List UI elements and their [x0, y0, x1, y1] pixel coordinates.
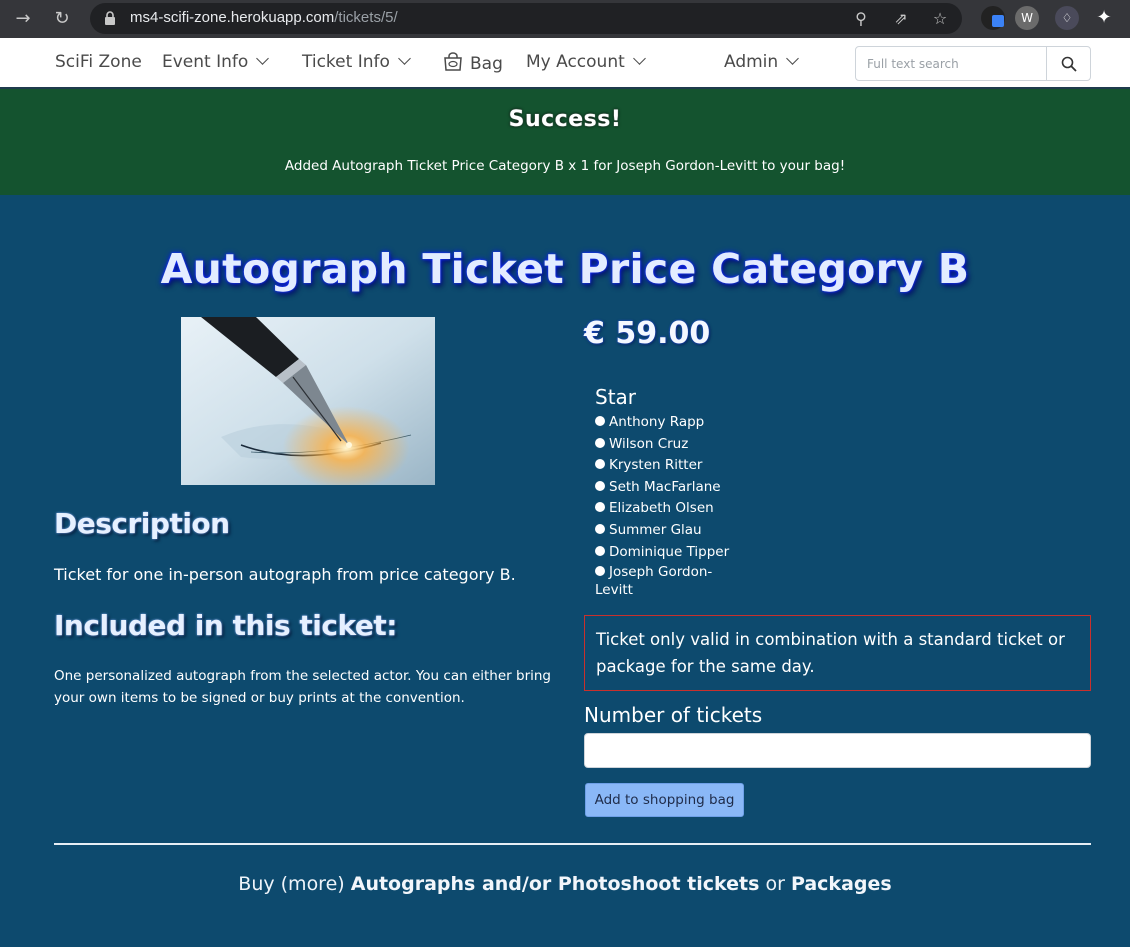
zoom-icon[interactable]: ⚲ — [850, 8, 872, 30]
star-label: Star — [595, 385, 637, 409]
eyedropper-extension-icon[interactable] — [981, 6, 1005, 30]
nav-bag[interactable]: Bag — [442, 52, 503, 74]
description-text: Ticket for one in-person autograph from … — [54, 565, 516, 584]
unicorn-extension-icon[interactable]: ♢ — [1055, 6, 1079, 30]
chevron-down-icon — [398, 52, 411, 65]
nav-bag-label: Bag — [470, 54, 503, 74]
nav-event-info[interactable]: Event Info — [162, 52, 270, 72]
more-prefix: Buy (more) — [238, 873, 351, 895]
star-option[interactable]: Anthony Rapp — [595, 412, 745, 434]
url-host: ms4-scifi-zone.herokuapp.com — [130, 9, 335, 26]
included-heading: Included in this ticket: — [54, 609, 397, 642]
shopping-bag-icon — [444, 52, 462, 71]
star-option-label: Joseph Gordon-Levitt — [595, 564, 713, 599]
product-title: Autograph Ticket Price Category B — [160, 245, 970, 293]
w-extension-icon[interactable]: W — [1015, 6, 1039, 30]
radio-button[interactable] — [595, 545, 605, 556]
star-option[interactable]: Dominique Tipper — [595, 542, 745, 564]
star-option[interactable]: Elizabeth Olsen — [595, 498, 745, 520]
add-to-bag-button[interactable]: Add to shopping bag — [585, 783, 744, 817]
forward-icon[interactable]: → — [10, 6, 36, 32]
star-option[interactable]: Joseph Gordon-Levitt — [595, 563, 725, 599]
url-text: ms4-scifi-zone.herokuapp.com/tickets/5/ — [130, 9, 398, 26]
site-navbar: SciFi Zone Event Info Ticket Info Bag My… — [0, 38, 1130, 89]
description-heading: Description — [54, 507, 230, 540]
fountain-pen-image — [181, 317, 435, 485]
star-option-label: Dominique Tipper — [609, 543, 730, 560]
product-price: € 59.00 — [584, 316, 711, 351]
nav-admin-label: Admin — [724, 52, 779, 72]
radio-button[interactable] — [595, 416, 605, 426]
star-option[interactable]: Summer Glau — [595, 520, 745, 542]
bookmark-star-icon[interactable]: ☆ — [929, 8, 951, 30]
browser-chrome: → ↻ ms4-scifi-zone.herokuapp.com/tickets… — [0, 0, 1130, 38]
star-option[interactable]: Seth MacFarlane — [595, 477, 745, 499]
nav-my-account[interactable]: My Account — [526, 52, 646, 72]
star-option[interactable]: Krysten Ritter — [595, 455, 745, 477]
share-icon[interactable]: ⇗ — [890, 8, 912, 30]
autographs-photoshoot-link[interactable]: Autographs and/or Photoshoot tickets — [351, 873, 760, 895]
radio-button[interactable] — [595, 480, 605, 491]
alert-message: Added Autograph Ticket Price Category B … — [284, 158, 846, 174]
star-option-label: Krysten Ritter — [609, 457, 703, 474]
nav-admin[interactable]: Admin — [724, 52, 800, 72]
url-path: /tickets/5/ — [334, 9, 398, 26]
search-button[interactable] — [1047, 47, 1090, 80]
address-bar[interactable]: ms4-scifi-zone.herokuapp.com/tickets/5/ … — [90, 3, 962, 34]
star-option-label: Elizabeth Olsen — [609, 500, 714, 517]
brand-link[interactable]: SciFi Zone — [55, 52, 142, 72]
success-alert: Success! Added Autograph Ticket Price Ca… — [0, 89, 1130, 195]
more-tickets-line: Buy (more) Autographs and/or Photoshoot … — [0, 873, 1130, 895]
more-middle: or — [759, 873, 791, 895]
star-option[interactable]: Wilson Cruz — [595, 434, 745, 456]
search-icon — [1061, 56, 1077, 72]
divider — [54, 843, 1091, 845]
validity-notice: Ticket only valid in combination with a … — [584, 615, 1091, 691]
radio-button[interactable] — [595, 502, 605, 513]
nav-ticket-info[interactable]: Ticket Info — [302, 52, 411, 72]
radio-button[interactable] — [595, 437, 605, 448]
quantity-label: Number of tickets — [584, 703, 763, 727]
star-option-label: Anthony Rapp — [609, 414, 705, 430]
lock-icon — [105, 11, 115, 25]
star-selector: Star Anthony Rapp Wilson Cruz Krysten Ri… — [595, 385, 745, 599]
alert-title: Success! — [508, 107, 622, 132]
star-option-label: Seth MacFarlane — [609, 478, 721, 495]
nav-event-info-label: Event Info — [162, 52, 249, 72]
search-input[interactable] — [856, 47, 1047, 80]
radio-button[interactable] — [595, 459, 605, 470]
nav-ticket-info-label: Ticket Info — [302, 52, 390, 72]
search-form — [855, 46, 1091, 81]
packages-link[interactable]: Packages — [791, 873, 892, 895]
included-text: One personalized autograph from the sele… — [54, 668, 551, 706]
radio-button[interactable] — [595, 566, 605, 577]
reload-icon[interactable]: ↻ — [49, 6, 75, 32]
quantity-input[interactable] — [584, 733, 1091, 768]
chevron-down-icon — [786, 52, 800, 65]
chevron-down-icon — [256, 52, 270, 65]
star-option-label: Summer Glau — [609, 521, 702, 538]
puzzle-extensions-icon[interactable]: ✦ — [1092, 6, 1116, 30]
star-option-label: Wilson Cruz — [609, 435, 689, 452]
nav-my-account-label: My Account — [526, 52, 625, 72]
radio-button[interactable] — [595, 523, 605, 534]
chevron-down-icon — [632, 52, 646, 65]
